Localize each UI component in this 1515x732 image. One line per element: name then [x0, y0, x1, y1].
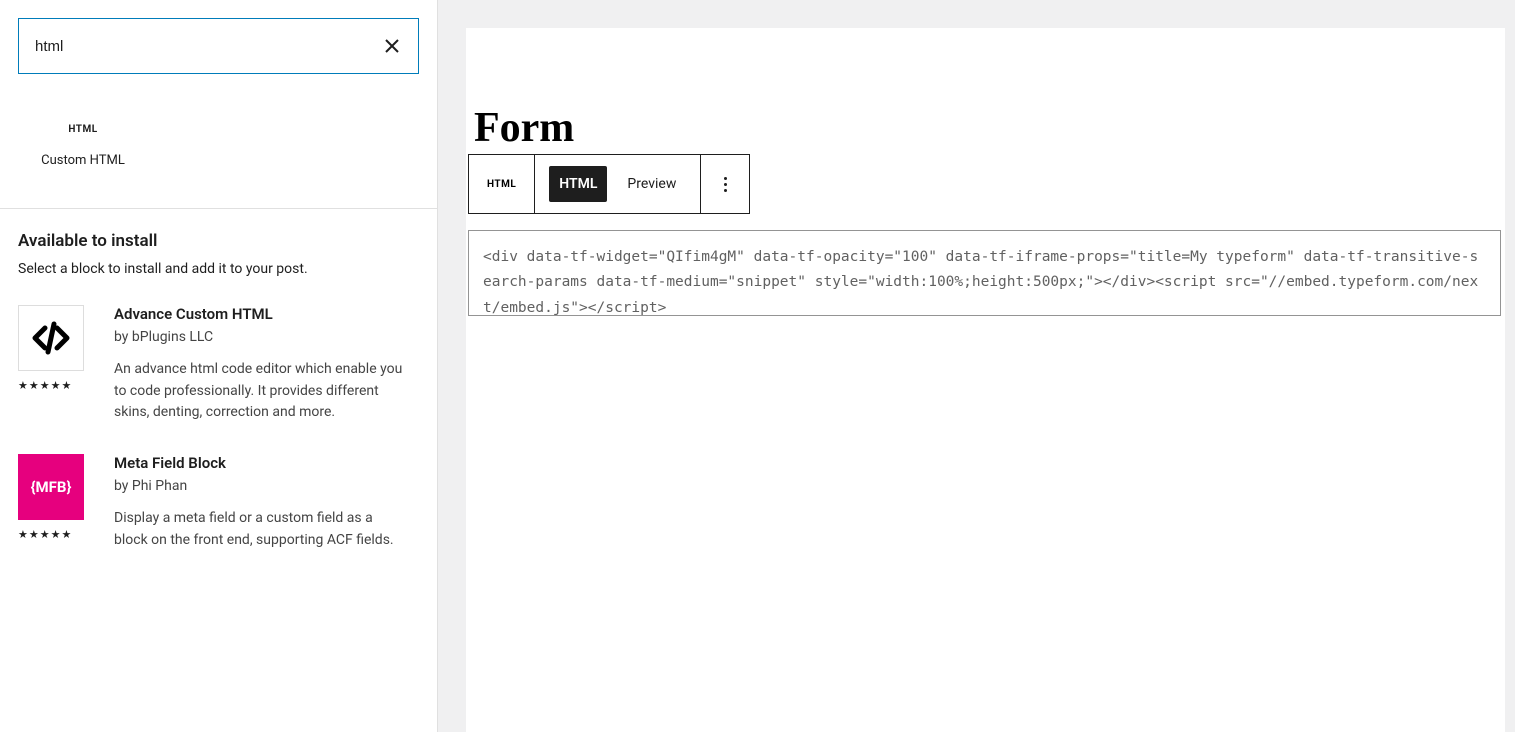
rating-stars: ★★★★★	[18, 379, 88, 392]
block-type-button[interactable]: HTML	[469, 155, 535, 213]
more-options-button[interactable]	[701, 155, 749, 213]
block-inserter-panel: HTML Custom HTML Available to install Se…	[0, 0, 438, 732]
html-code-textarea[interactable]	[468, 230, 1501, 316]
plugin-author: by Phi Phan	[114, 478, 409, 494]
plugin-description: An advance html code editor which enable…	[114, 359, 409, 424]
html-icon: HTML	[487, 179, 516, 190]
clear-search-icon[interactable]	[382, 36, 402, 56]
install-heading: Available to install	[18, 231, 419, 251]
mfb-icon: {MFB}	[18, 454, 84, 520]
page-title[interactable]: Form	[466, 28, 1505, 154]
code-brackets-icon	[18, 305, 84, 371]
editor-canvas[interactable]: Form HTML HTML Preview	[466, 28, 1505, 732]
install-subheading: Select a block to install and add it to …	[18, 261, 419, 277]
plugin-title: Advance Custom HTML	[114, 305, 409, 323]
block-result-custom-html[interactable]: HTML Custom HTML	[18, 114, 148, 178]
block-result-label: Custom HTML	[28, 153, 138, 168]
search-input[interactable]	[35, 38, 382, 55]
block-toolbar: HTML HTML Preview	[468, 154, 750, 214]
more-vertical-icon	[724, 177, 727, 192]
plugin-description: Display a meta field or a custom field a…	[114, 508, 409, 551]
tab-html[interactable]: HTML	[549, 166, 607, 202]
html-icon: HTML	[28, 124, 138, 135]
plugin-author: by bPlugins LLC	[114, 329, 409, 345]
sidebar-scroll[interactable]: HTML Custom HTML Available to install Se…	[0, 0, 437, 732]
block-search-box	[18, 18, 419, 74]
plugin-item[interactable]: ★★★★★ Advance Custom HTML by bPlugins LL…	[18, 305, 419, 424]
plugin-title: Meta Field Block	[114, 454, 409, 472]
rating-stars: ★★★★★	[18, 528, 88, 541]
plugin-item[interactable]: {MFB} ★★★★★ Meta Field Block by Phi Phan…	[18, 454, 419, 551]
tab-preview[interactable]: Preview	[617, 166, 686, 202]
editor-canvas-area: Form HTML HTML Preview	[438, 0, 1515, 732]
